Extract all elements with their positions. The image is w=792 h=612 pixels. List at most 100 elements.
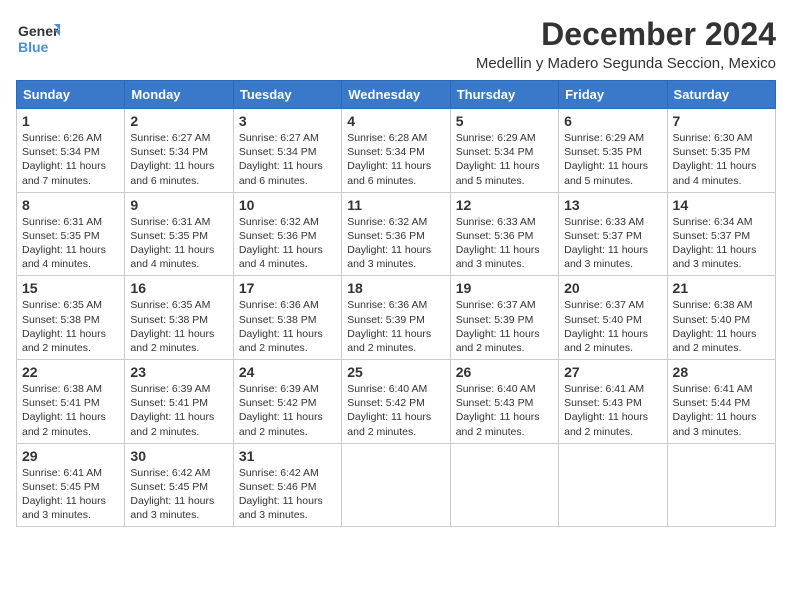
day-info: Sunrise: 6:27 AMSunset: 5:34 PMDaylight:…	[239, 131, 336, 188]
day-info: Sunrise: 6:37 AMSunset: 5:40 PMDaylight:…	[564, 298, 661, 355]
weekday-header-friday: Friday	[559, 81, 667, 109]
day-number: 21	[673, 280, 770, 296]
title-block: December 2024 Medellin y Madero Segunda …	[476, 16, 776, 72]
day-number: 18	[347, 280, 444, 296]
calendar-cell: 24 Sunrise: 6:39 AMSunset: 5:42 PMDayligh…	[233, 360, 341, 444]
day-info: Sunrise: 6:31 AMSunset: 5:35 PMDaylight:…	[130, 215, 227, 272]
day-number: 12	[456, 197, 553, 213]
calendar-cell: 29 Sunrise: 6:41 AMSunset: 5:45 PMDayligh…	[17, 443, 125, 527]
calendar-cell: 30 Sunrise: 6:42 AMSunset: 5:45 PMDayligh…	[125, 443, 233, 527]
calendar-cell: 27 Sunrise: 6:41 AMSunset: 5:43 PMDayligh…	[559, 360, 667, 444]
calendar-cell: 31 Sunrise: 6:42 AMSunset: 5:46 PMDayligh…	[233, 443, 341, 527]
day-number: 29	[22, 448, 119, 464]
day-info: Sunrise: 6:42 AMSunset: 5:45 PMDaylight:…	[130, 466, 227, 523]
calendar-cell: 1 Sunrise: 6:26 AMSunset: 5:34 PMDaylight…	[17, 109, 125, 193]
day-number: 24	[239, 364, 336, 380]
page-header: General Blue December 2024 Medellin y Ma…	[16, 16, 776, 72]
calendar-cell: 14 Sunrise: 6:34 AMSunset: 5:37 PMDayligh…	[667, 192, 775, 276]
calendar-cell: 4Sunrise: 6:28 AMSunset: 5:34 PMDaylight…	[342, 109, 450, 193]
day-number: 13	[564, 197, 661, 213]
day-number: 1	[22, 113, 119, 129]
day-number: 7	[673, 113, 770, 129]
day-info: Sunrise: 6:32 AMSunset: 5:36 PMDaylight:…	[239, 215, 336, 272]
week-row-1: 1 Sunrise: 6:26 AMSunset: 5:34 PMDaylight…	[17, 109, 776, 193]
calendar-cell: 8Sunrise: 6:31 AMSunset: 5:35 PMDaylight…	[17, 192, 125, 276]
calendar-cell: 11 Sunrise: 6:32 AMSunset: 5:36 PMDayligh…	[342, 192, 450, 276]
calendar-cell: 2 Sunrise: 6:27 AMSunset: 5:34 PMDaylight…	[125, 109, 233, 193]
svg-text:Blue: Blue	[18, 39, 49, 55]
day-info: Sunrise: 6:39 AMSunset: 5:42 PMDaylight:…	[239, 382, 336, 439]
day-number: 28	[673, 364, 770, 380]
day-number: 5	[456, 113, 553, 129]
day-info: Sunrise: 6:33 AMSunset: 5:37 PMDaylight:…	[564, 215, 661, 272]
calendar-cell: 28 Sunrise: 6:41 AMSunset: 5:44 PMDayligh…	[667, 360, 775, 444]
weekday-header-sunday: Sunday	[17, 81, 125, 109]
calendar-cell: 9 Sunrise: 6:31 AMSunset: 5:35 PMDaylight…	[125, 192, 233, 276]
day-number: 4	[347, 113, 444, 129]
calendar-cell: 7Sunrise: 6:30 AMSunset: 5:35 PMDaylight…	[667, 109, 775, 193]
day-number: 30	[130, 448, 227, 464]
day-info: Sunrise: 6:42 AMSunset: 5:46 PMDaylight:…	[239, 466, 336, 523]
day-info: Sunrise: 6:32 AMSunset: 5:36 PMDaylight:…	[347, 215, 444, 272]
day-number: 20	[564, 280, 661, 296]
calendar-cell: 10 Sunrise: 6:32 AMSunset: 5:36 PMDayligh…	[233, 192, 341, 276]
day-info: Sunrise: 6:38 AMSunset: 5:41 PMDaylight:…	[22, 382, 119, 439]
day-number: 23	[130, 364, 227, 380]
day-number: 10	[239, 197, 336, 213]
day-number: 14	[673, 197, 770, 213]
calendar-cell: 22 Sunrise: 6:38 AMSunset: 5:41 PMDayligh…	[17, 360, 125, 444]
week-row-3: 15Sunrise: 6:35 AMSunset: 5:38 PMDayligh…	[17, 276, 776, 360]
day-info: Sunrise: 6:27 AMSunset: 5:34 PMDaylight:…	[130, 131, 227, 188]
calendar-cell: 6Sunrise: 6:29 AMSunset: 5:35 PMDaylight…	[559, 109, 667, 193]
weekday-header-row: SundayMondayTuesdayWednesdayThursdayFrid…	[17, 81, 776, 109]
day-number: 17	[239, 280, 336, 296]
day-number: 9	[130, 197, 227, 213]
weekday-header-thursday: Thursday	[450, 81, 558, 109]
calendar-cell	[342, 443, 450, 527]
calendar-table: SundayMondayTuesdayWednesdayThursdayFrid…	[16, 80, 776, 527]
calendar-cell: 5 Sunrise: 6:29 AMSunset: 5:34 PMDaylight…	[450, 109, 558, 193]
week-row-5: 29 Sunrise: 6:41 AMSunset: 5:45 PMDayligh…	[17, 443, 776, 527]
calendar-cell: 3Sunrise: 6:27 AMSunset: 5:34 PMDaylight…	[233, 109, 341, 193]
day-info: Sunrise: 6:41 AMSunset: 5:43 PMDaylight:…	[564, 382, 661, 439]
calendar-cell: 25Sunrise: 6:40 AMSunset: 5:42 PMDayligh…	[342, 360, 450, 444]
calendar-cell: 18 Sunrise: 6:36 AMSunset: 5:39 PMDayligh…	[342, 276, 450, 360]
day-info: Sunrise: 6:36 AMSunset: 5:38 PMDaylight:…	[239, 298, 336, 355]
calendar-cell: 19 Sunrise: 6:37 AMSunset: 5:39 PMDayligh…	[450, 276, 558, 360]
day-info: Sunrise: 6:36 AMSunset: 5:39 PMDaylight:…	[347, 298, 444, 355]
month-year-title: December 2024	[476, 16, 776, 53]
day-info: Sunrise: 6:38 AMSunset: 5:40 PMDaylight:…	[673, 298, 770, 355]
day-info: Sunrise: 6:37 AMSunset: 5:39 PMDaylight:…	[456, 298, 553, 355]
day-info: Sunrise: 6:35 AMSunset: 5:38 PMDaylight:…	[22, 298, 119, 355]
svg-text:General: General	[18, 23, 60, 39]
day-info: Sunrise: 6:29 AMSunset: 5:34 PMDaylight:…	[456, 131, 553, 188]
weekday-header-tuesday: Tuesday	[233, 81, 341, 109]
day-info: Sunrise: 6:34 AMSunset: 5:37 PMDaylight:…	[673, 215, 770, 272]
day-info: Sunrise: 6:33 AMSunset: 5:36 PMDaylight:…	[456, 215, 553, 272]
calendar-cell: 21 Sunrise: 6:38 AMSunset: 5:40 PMDayligh…	[667, 276, 775, 360]
day-number: 31	[239, 448, 336, 464]
logo: General Blue	[16, 16, 60, 65]
calendar-cell: 20 Sunrise: 6:37 AMSunset: 5:40 PMDayligh…	[559, 276, 667, 360]
day-number: 11	[347, 197, 444, 213]
day-info: Sunrise: 6:26 AMSunset: 5:34 PMDaylight:…	[22, 131, 119, 188]
day-number: 19	[456, 280, 553, 296]
calendar-cell: 16Sunrise: 6:35 AMSunset: 5:38 PMDayligh…	[125, 276, 233, 360]
day-info: Sunrise: 6:41 AMSunset: 5:45 PMDaylight:…	[22, 466, 119, 523]
day-number: 27	[564, 364, 661, 380]
calendar-cell	[450, 443, 558, 527]
day-info: Sunrise: 6:31 AMSunset: 5:35 PMDaylight:…	[22, 215, 119, 272]
day-number: 2	[130, 113, 227, 129]
calendar-cell	[667, 443, 775, 527]
day-info: Sunrise: 6:39 AMSunset: 5:41 PMDaylight:…	[130, 382, 227, 439]
calendar-cell: 17 Sunrise: 6:36 AMSunset: 5:38 PMDayligh…	[233, 276, 341, 360]
day-number: 22	[22, 364, 119, 380]
day-info: Sunrise: 6:41 AMSunset: 5:44 PMDaylight:…	[673, 382, 770, 439]
day-info: Sunrise: 6:40 AMSunset: 5:43 PMDaylight:…	[456, 382, 553, 439]
calendar-cell: 13 Sunrise: 6:33 AMSunset: 5:37 PMDayligh…	[559, 192, 667, 276]
weekday-header-wednesday: Wednesday	[342, 81, 450, 109]
logo-icon: General Blue	[16, 16, 60, 60]
day-number: 6	[564, 113, 661, 129]
weekday-header-saturday: Saturday	[667, 81, 775, 109]
calendar-cell: 26Sunrise: 6:40 AMSunset: 5:43 PMDayligh…	[450, 360, 558, 444]
